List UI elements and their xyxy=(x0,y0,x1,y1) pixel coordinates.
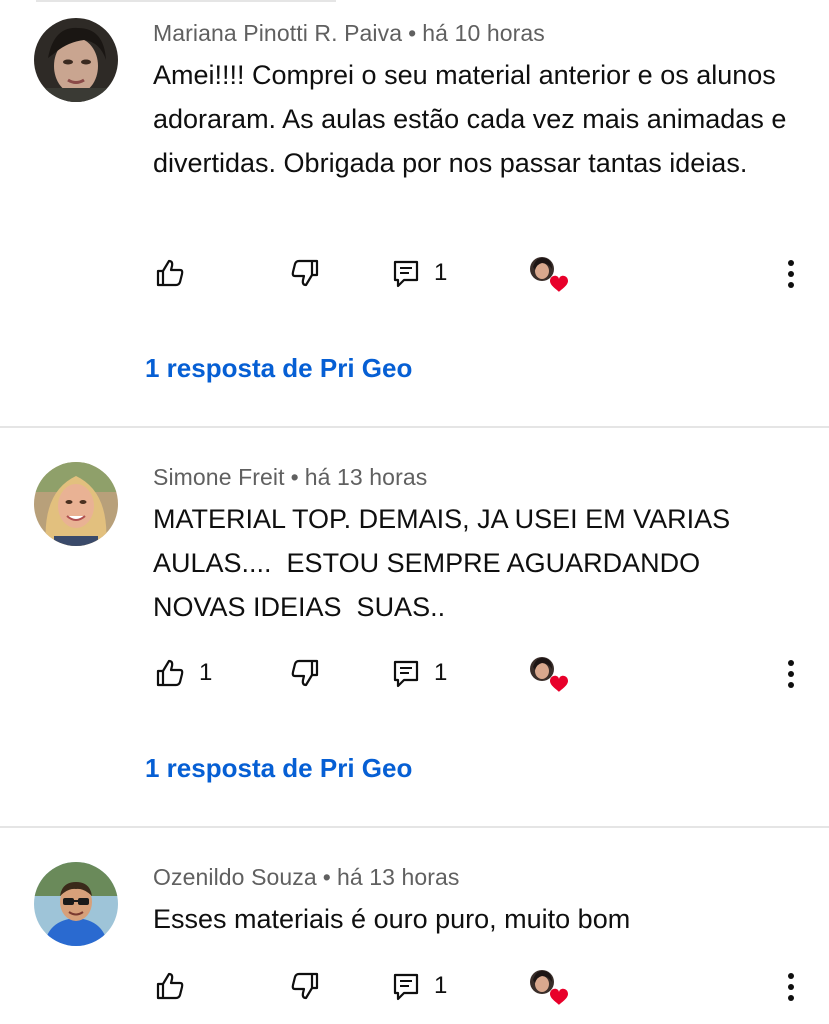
dislike-button[interactable] xyxy=(290,966,320,1006)
author-name[interactable]: Simone Freit xyxy=(153,464,285,490)
top-divider xyxy=(36,0,336,2)
author-name[interactable]: Ozenildo Souza xyxy=(153,864,317,890)
reply-button[interactable]: 1 xyxy=(392,653,447,693)
more-options-icon[interactable] xyxy=(781,653,801,693)
like-count: 1 xyxy=(199,659,213,686)
reply-count: 1 xyxy=(434,972,448,999)
reply-button[interactable]: 1 xyxy=(392,253,447,293)
comment-time[interactable]: há 10 horas xyxy=(422,20,545,46)
separator-dot: • xyxy=(290,464,299,490)
comment-text: MATERIAL TOP. DEMAIS, JA USEI EM VARIAS … xyxy=(153,504,737,622)
reply-count: 1 xyxy=(434,259,448,286)
separator-dot: • xyxy=(408,20,417,46)
creator-heart-icon xyxy=(528,255,570,295)
like-icon xyxy=(155,658,185,688)
dislike-button[interactable] xyxy=(290,253,320,293)
comment-text: Esses materiais é ouro puro, muito bom xyxy=(153,904,631,934)
more-options-icon[interactable] xyxy=(781,253,801,293)
comment-meta: Mariana Pinotti R. Paiva • há 10 horas xyxy=(153,20,545,47)
reply-icon xyxy=(392,258,420,288)
comment-text: Amei!!!! Comprei o seu material anterior… xyxy=(153,60,787,178)
dislike-button[interactable] xyxy=(290,653,320,693)
like-button[interactable]: 1 xyxy=(155,653,212,693)
like-icon xyxy=(155,258,185,288)
reply-icon xyxy=(392,658,420,688)
comment-actions: 1 1 xyxy=(0,653,829,693)
separator-dot: • xyxy=(322,864,331,890)
comment-divider xyxy=(0,826,829,828)
reply-count: 1 xyxy=(434,659,448,686)
dislike-icon xyxy=(290,258,320,288)
creator-heart-icon xyxy=(528,968,570,1008)
comment-time[interactable]: há 13 horas xyxy=(337,864,460,890)
like-icon xyxy=(155,971,185,1001)
comment-actions: 1 xyxy=(0,253,829,293)
dislike-icon xyxy=(290,971,320,1001)
view-replies-link[interactable]: 1 resposta de Pri Geo xyxy=(145,353,412,384)
dislike-icon xyxy=(290,658,320,688)
creator-heart-icon xyxy=(528,655,570,695)
author-name[interactable]: Mariana Pinotti R. Paiva xyxy=(153,20,402,46)
view-replies-link[interactable]: 1 resposta de Pri Geo xyxy=(145,753,412,784)
comment-actions: 1 xyxy=(0,966,829,1006)
more-options-icon[interactable] xyxy=(781,966,801,1006)
comment-time[interactable]: há 13 horas xyxy=(305,464,428,490)
comment-meta: Ozenildo Souza • há 13 horas xyxy=(153,864,460,891)
comment-divider xyxy=(0,426,829,428)
comment-meta: Simone Freit • há 13 horas xyxy=(153,464,427,491)
reply-icon xyxy=(392,971,420,1001)
like-button[interactable] xyxy=(155,966,199,1006)
like-button[interactable] xyxy=(155,253,199,293)
avatar[interactable] xyxy=(34,862,118,946)
avatar[interactable] xyxy=(34,18,118,102)
avatar[interactable] xyxy=(34,462,118,546)
reply-button[interactable]: 1 xyxy=(392,966,447,1006)
